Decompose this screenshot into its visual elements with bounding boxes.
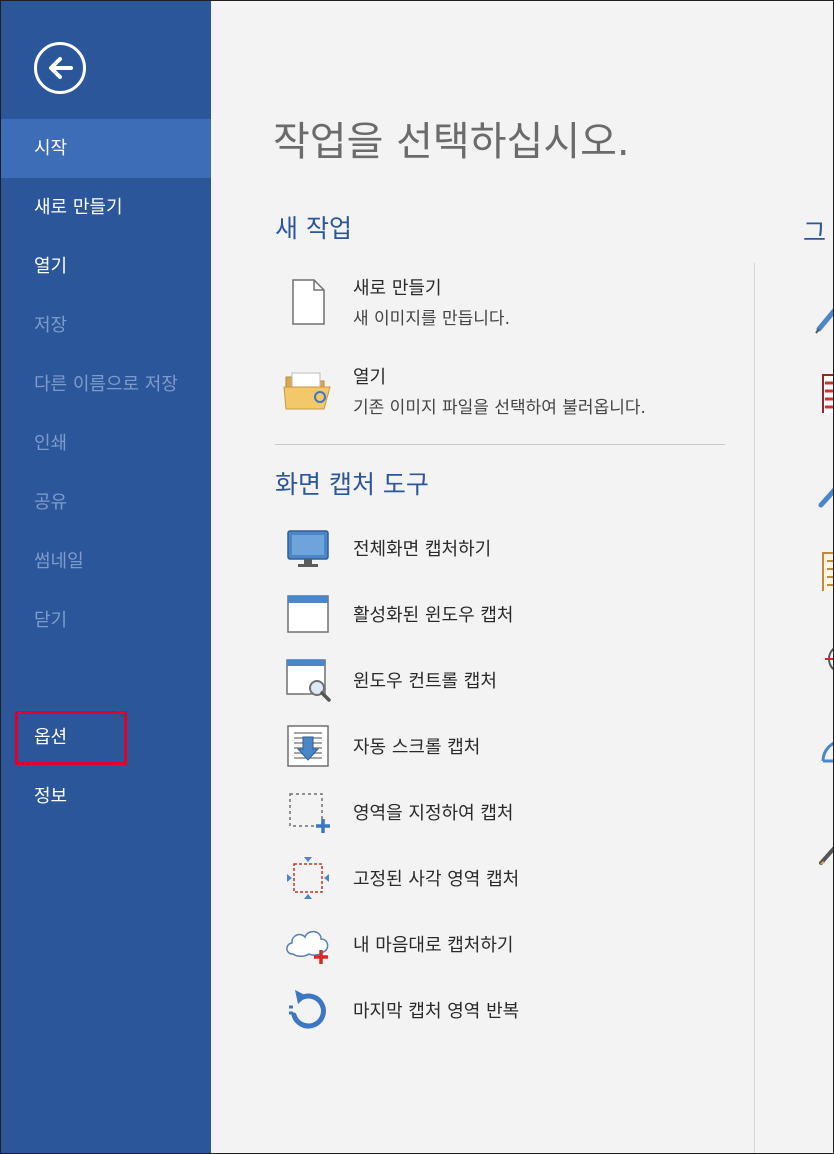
item-name: 자동 스크롤 캡처 xyxy=(353,737,481,758)
nav-item-info[interactable]: 정보 xyxy=(1,767,211,826)
nav-item-close: 닫기 xyxy=(34,610,68,631)
item-name: 고정된 사각 영역 캡처 xyxy=(353,869,520,890)
item-name: 새로 만들기 xyxy=(353,278,442,299)
app-window: 시작 새로 만들기 열기 저장 다른 이름으로 저장 인쇄 공유 썸네일 닫기 … xyxy=(0,0,834,1154)
item-description: 기존 이미지 파일을 선택하여 불러옵니다. xyxy=(353,398,646,418)
peek-crosshair-icon[interactable] xyxy=(811,639,833,679)
peek-eyedropper-icon[interactable] xyxy=(811,471,833,511)
repeat-arrow-icon xyxy=(289,990,326,1029)
section-title-capture: 화면 캡처 도구 xyxy=(275,470,429,499)
section-divider xyxy=(275,444,725,445)
main-content: 작업을 선택하십시오. 새 작업 그 새로 만들기 새 이미지를 만듭니다. 열… xyxy=(211,1,833,1153)
right-section-title-peek: 그 xyxy=(803,218,827,247)
new-task-item-open[interactable]: 열기 기존 이미지 파일을 선택하여 불러옵니다. xyxy=(281,363,741,418)
fixed-rectangle-icon xyxy=(287,857,329,899)
window-magnifier-icon xyxy=(286,659,331,702)
back-button[interactable] xyxy=(34,42,86,94)
active-window-icon xyxy=(287,595,329,633)
nav-item-print: 인쇄 xyxy=(34,433,68,454)
column-divider xyxy=(754,263,755,1153)
nav-item-save-as: 다른 이름으로 저장 xyxy=(34,374,178,395)
item-name: 윈도우 컨트롤 캡처 xyxy=(353,671,497,692)
section-title-new-task: 새 작업 xyxy=(275,214,352,243)
capture-item-region[interactable]: 영역을 지정하여 캡처 xyxy=(281,785,741,839)
capture-item-auto-scroll[interactable]: 자동 스크롤 캡처 xyxy=(281,719,741,773)
nav-item-open[interactable]: 열기 xyxy=(1,237,211,296)
new-task-item-new[interactable]: 새로 만들기 새 이미지를 만듭니다. xyxy=(281,274,741,329)
page-title: 작업을 선택하십시오. xyxy=(273,119,630,165)
item-name: 내 마음대로 캡처하기 xyxy=(353,935,514,956)
arrow-left-circle-icon xyxy=(49,57,73,79)
blank-document-icon xyxy=(292,278,325,325)
item-name: 전체화면 캡처하기 xyxy=(353,539,492,560)
peek-pen-icon[interactable] xyxy=(811,297,833,337)
peek-brush-icon[interactable] xyxy=(811,833,833,873)
item-name: 마지막 캡처 영역 반복 xyxy=(353,1001,520,1022)
nav-item-new[interactable]: 새로 만들기 xyxy=(1,178,211,237)
nav-item-save: 저장 xyxy=(34,315,68,336)
item-name: 열기 xyxy=(353,367,387,388)
backstage-sidebar: 시작 새로 만들기 열기 저장 다른 이름으로 저장 인쇄 공유 썸네일 닫기 … xyxy=(1,1,211,1153)
capture-item-freeform[interactable]: 내 마음대로 캡처하기 xyxy=(281,917,741,971)
peek-protractor-icon[interactable] xyxy=(811,725,833,765)
peek-ruler-icon[interactable] xyxy=(811,373,833,413)
capture-item-repeat-last[interactable]: 마지막 캡처 영역 반복 xyxy=(281,983,741,1037)
nav-item-thumbnail: 썸네일 xyxy=(34,551,84,572)
open-folder-icon xyxy=(283,372,331,409)
item-name: 영역을 지정하여 캡처 xyxy=(353,803,514,824)
freeform-cloud-icon xyxy=(286,930,329,964)
monitor-icon xyxy=(287,530,329,567)
item-description: 새 이미지를 만듭니다. xyxy=(353,309,510,329)
nav-item-start[interactable]: 시작 xyxy=(1,119,211,178)
scroll-capture-icon xyxy=(287,725,329,767)
capture-item-fullscreen[interactable]: 전체화면 캡처하기 xyxy=(281,521,741,575)
options-highlight-box xyxy=(15,711,127,765)
item-name: 활성화된 윈도우 캡처 xyxy=(353,605,514,626)
nav-item-share: 공유 xyxy=(34,492,68,513)
capture-item-window-control[interactable]: 윈도우 컨트롤 캡처 xyxy=(281,653,741,707)
capture-item-fixed-rect[interactable]: 고정된 사각 영역 캡처 xyxy=(281,851,741,905)
region-select-icon xyxy=(289,793,330,833)
capture-item-active-window[interactable]: 활성화된 윈도우 캡처 xyxy=(281,587,741,641)
peek-canvas-icon[interactable] xyxy=(811,551,833,591)
